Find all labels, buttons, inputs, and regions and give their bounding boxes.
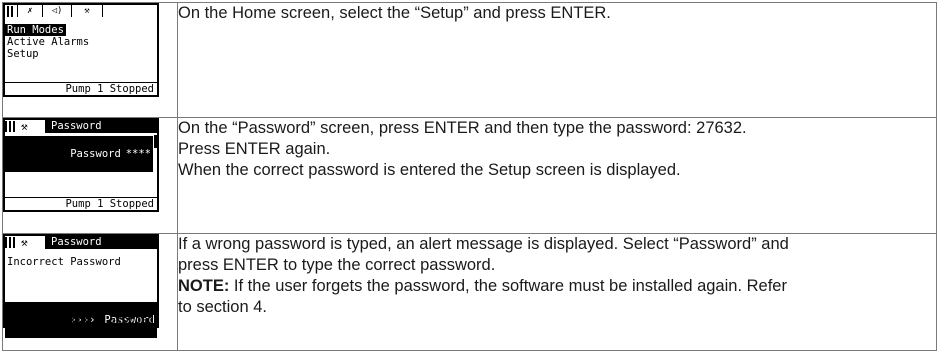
wrench-icon: ⚒ (21, 235, 28, 249)
lcd-title: Password (45, 120, 157, 133)
step-row: ✗ ◁) ⚒ Run Modes Active Alarms Setup Pum… (2, 2, 937, 118)
instruction-line: On the “Password” screen, press ENTER an… (178, 119, 747, 137)
lcd-header: ⚒ Password (5, 236, 157, 249)
password-field-label: Password (70, 148, 121, 160)
step-text: On the “Password” screen, press ENTER an… (177, 117, 937, 234)
lcd-incorrect-password-screen: ⚒ Password Incorrect Password ›››› Passwo… (3, 234, 159, 338)
lcd-top-bar: ✗ ◁) ⚒ (5, 5, 157, 17)
password-field-row: Password **** (5, 136, 153, 172)
instruction-line: Press ENTER again. (178, 140, 331, 158)
lcd-status-line: Pump 1 Stopped (5, 82, 157, 95)
screen-cell: ⚒ Password Incorrect Password ›››› Passwo… (2, 233, 178, 351)
lcd-home-screen: ✗ ◁) ⚒ Run Modes Active Alarms Setup Pum… (3, 3, 159, 97)
lcd-status-line: Pump 1 Stopped (5, 313, 157, 326)
run-icon: ✗ (18, 5, 43, 17)
menu-item-setup: Setup (7, 48, 39, 60)
status-bars-icon (5, 121, 17, 132)
menu-item-run-modes: Run Modes (5, 24, 66, 36)
note-text: If the user forgets the password, the so… (229, 277, 787, 295)
menu-item-active-alarms: Active Alarms (7, 36, 90, 48)
lcd-message: Incorrect Password (7, 256, 121, 268)
steps-table: ✗ ◁) ⚒ Run Modes Active Alarms Setup Pum… (2, 2, 937, 351)
status-bars-icon (5, 237, 17, 248)
note-line: to section 4. (178, 298, 267, 316)
lcd-status-line: Pump 1 Stopped (5, 197, 157, 210)
status-bars-icon (5, 5, 18, 17)
step-text: On the Home screen, select the “Setup” a… (177, 2, 937, 118)
lcd-password-screen: ⚒ Password Password **** Pump 1 Stopped (3, 118, 159, 212)
note-label: NOTE: (178, 277, 230, 295)
instruction-line: press ENTER to type the correct password… (178, 256, 496, 274)
speaker-icon: ◁) (43, 5, 72, 17)
lcd-title: Password (45, 236, 157, 249)
instruction-line: On the Home screen, select the “Setup” a… (178, 4, 611, 22)
screen-cell: ✗ ◁) ⚒ Run Modes Active Alarms Setup Pum… (2, 2, 178, 118)
instruction-page: ✗ ◁) ⚒ Run Modes Active Alarms Setup Pum… (0, 0, 952, 353)
instruction-line: If a wrong password is typed, an alert m… (178, 235, 789, 253)
step-row: ⚒ Password Password **** Pump 1 Stopped O… (2, 117, 937, 234)
lcd-header: ⚒ Password (5, 120, 157, 133)
cursor-block (154, 135, 157, 148)
instruction-line: When the correct password is entered the… (178, 161, 681, 179)
note-line: NOTE: If the user forgets the password, … (178, 276, 936, 297)
wrench-icon: ⚒ (72, 5, 103, 17)
password-field-value: **** (125, 148, 151, 160)
step-row: ⚒ Password Incorrect Password ›››› Passwo… (2, 233, 937, 351)
wrench-icon: ⚒ (21, 119, 28, 133)
screen-cell: ⚒ Password Password **** Pump 1 Stopped (2, 117, 178, 234)
step-text: If a wrong password is typed, an alert m… (177, 233, 937, 351)
